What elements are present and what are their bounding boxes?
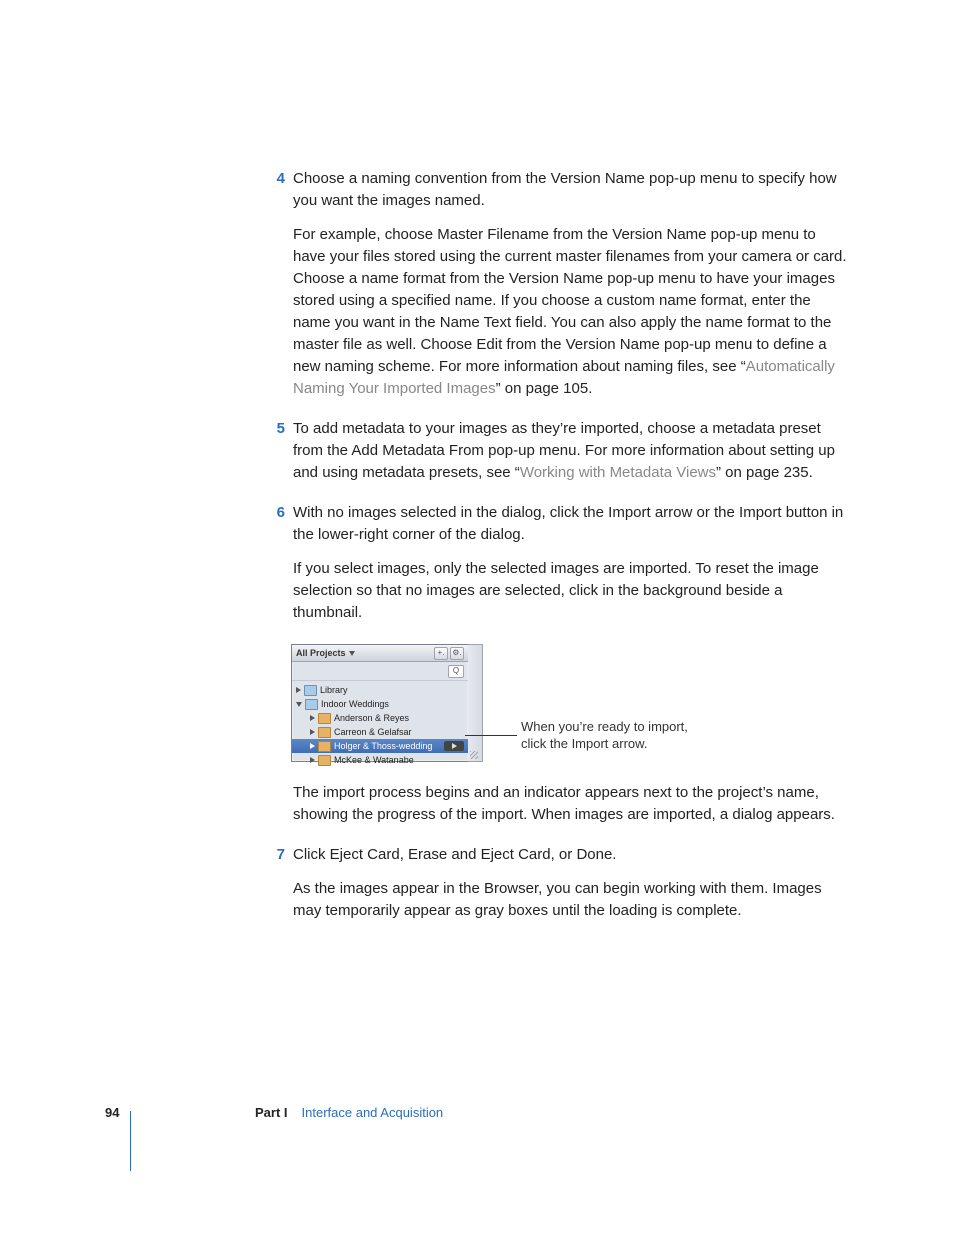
step-4-text-b: ” on page 105. [496,380,593,397]
panel-resize-strip[interactable] [468,644,483,762]
step-5: 5 To add metadata to your images as they… [267,418,849,496]
step-number: 6 [267,502,293,524]
step-number: 7 [267,844,293,866]
library-label: Library [320,685,348,695]
projects-panel: All Projects +. ⚙. Q [291,644,469,762]
search-icon: Q [453,666,459,675]
panel-title-text: All Projects [296,648,346,658]
project-row[interactable]: Anderson & Reyes [292,711,468,725]
step-6: 6 With no images selected in the dialog,… [267,502,849,838]
disclosure-icon [296,702,302,707]
project-label: Anderson & Reyes [334,713,409,723]
dropdown-icon [349,651,355,656]
callout-line [465,735,517,736]
step-7-para-2: As the images appear in the Browser, you… [293,878,849,922]
step-7-para-1: Click Eject Card, Erase and Eject Card, … [293,844,849,866]
project-row[interactable]: McKee & Watanabe [292,753,468,767]
step-5-text-b: ” on page 235. [716,464,813,481]
disclosure-icon [310,743,315,749]
project-label: McKee & Watanabe [334,755,414,765]
screenshot-projects-panel: All Projects +. ⚙. Q [291,644,849,764]
main-content: 4 Choose a naming convention from the Ve… [267,168,849,940]
disclosure-icon [310,757,315,763]
project-label: Carreon & Gelafsar [334,727,412,737]
disclosure-icon [310,729,315,735]
panel-header: All Projects +. ⚙. [292,645,468,662]
step-4: 4 Choose a naming convention from the Ve… [267,168,849,412]
gear-button[interactable]: ⚙. [450,647,464,660]
search-input[interactable]: Q [448,665,464,678]
library-icon [304,685,317,696]
step-4-text-a: For example, choose Master Filename from… [293,226,847,375]
step-4-para-1: Choose a naming convention from the Vers… [293,168,849,212]
step-number: 5 [267,418,293,440]
step-6-para-1: With no images selected in the dialog, c… [293,502,849,546]
disclosure-icon [296,687,301,693]
search-row: Q [292,662,468,681]
library-row[interactable]: Library [292,683,468,697]
project-row-selected[interactable]: Holger & Thoss-wedding [292,739,468,753]
page-number: 94 [105,1105,255,1120]
step-6-para-2: If you select images, only the selected … [293,558,849,624]
step-6-para-3: The import process begins and an indicat… [293,782,849,826]
disclosure-icon [310,715,315,721]
footer-rule [130,1111,131,1171]
folder-label: Indoor Weddings [321,699,389,709]
page-footer: 94 Part I Interface and Acquisition [105,1105,443,1120]
project-icon [318,727,331,738]
project-icon [318,713,331,724]
folder-icon [305,699,318,710]
indoor-weddings-row[interactable]: Indoor Weddings [292,697,468,711]
project-label: Holger & Thoss-wedding [334,741,432,751]
part-label: Part I [255,1105,288,1120]
step-5-para-1: To add metadata to your images as they’r… [293,418,849,484]
import-arrow-button[interactable] [444,741,464,751]
part-title: Interface and Acquisition [302,1105,444,1120]
step-4-para-2: For example, choose Master Filename from… [293,224,849,400]
project-icon [318,741,331,752]
panel-title[interactable]: All Projects [296,648,355,658]
project-icon [318,755,331,766]
project-row[interactable]: Carreon & Gelafsar [292,725,468,739]
callout-text: When you’re ready to import, click the I… [521,718,691,752]
step-number: 4 [267,168,293,190]
add-button[interactable]: +. [434,647,448,660]
step-7: 7 Click Eject Card, Erase and Eject Card… [267,844,849,934]
link-metadata-views[interactable]: Working with Metadata Views [520,464,716,481]
project-tree: Library Indoor Weddings Anderson & Reyes [292,681,468,769]
